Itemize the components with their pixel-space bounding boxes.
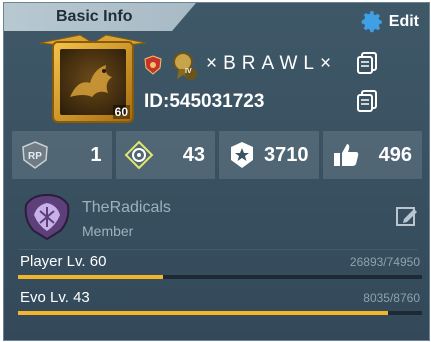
stat-rp-value: 1	[90, 143, 102, 166]
stat-diamond[interactable]: 43	[115, 131, 215, 179]
thumbs-up-icon	[333, 144, 358, 166]
player-id: ID:545031723	[144, 91, 265, 112]
pencil-edit-icon[interactable]	[396, 205, 418, 227]
stat-star-value: 3710	[264, 143, 309, 166]
stat-rp[interactable]: RP 1	[12, 131, 112, 179]
copy-name-icon[interactable]	[356, 51, 378, 75]
edit-button[interactable]: Edit	[359, 9, 419, 35]
tier-badge[interactable]: IV	[170, 51, 198, 81]
stat-likes-value: 496	[378, 143, 412, 166]
star-badge-icon	[231, 142, 253, 168]
svg-text:RP: RP	[28, 151, 42, 162]
player-level-row: Player Lv. 60 26893/74950	[18, 253, 424, 279]
evo-level-fill	[18, 311, 389, 315]
rp-icon: RP	[22, 141, 48, 169]
evo-level-row: Evo Lv. 43 8035/8760	[18, 289, 424, 315]
evo-level-progress: 8035/8760	[363, 291, 420, 305]
gear-icon	[361, 11, 382, 33]
evo-level-label: Evo Lv. 43	[20, 289, 90, 306]
evo-level-track	[18, 311, 422, 315]
copy-id-icon[interactable]	[356, 89, 378, 113]
stat-star[interactable]: 3710	[219, 131, 319, 179]
medal-icon	[173, 52, 197, 80]
clan-row: TheRadicals Member	[22, 193, 422, 243]
player-level-label: Player Lv. 60	[20, 253, 107, 270]
diamond-target-icon	[124, 140, 153, 170]
avatar-level: 60	[112, 105, 130, 119]
player-level-progress: 26893/74950	[349, 255, 420, 269]
clan-emblem-icon[interactable]	[22, 193, 72, 241]
player-level-fill	[18, 275, 164, 279]
edit-label: Edit	[388, 13, 419, 30]
player-avatar[interactable]: 60	[54, 43, 132, 121]
tier-label: IV	[185, 68, 192, 75]
clan-name: TheRadicals	[82, 199, 171, 216]
clan-role: Member	[82, 223, 134, 239]
stats-bar: RP 1 43 3710 496	[12, 131, 422, 179]
player-level-track	[18, 275, 422, 279]
divider	[18, 249, 418, 250]
basic-info-panel: Basic Info Edit 60 IV ×BRAWL× ID:5450317…	[3, 2, 430, 341]
stat-likes[interactable]: 496	[322, 131, 422, 179]
player-name: ×BRAWL×	[206, 53, 338, 74]
crest-badge-icon[interactable]	[144, 55, 162, 75]
panel-title: Basic Info	[56, 8, 133, 25]
stat-diamond-value: 43	[182, 143, 205, 166]
